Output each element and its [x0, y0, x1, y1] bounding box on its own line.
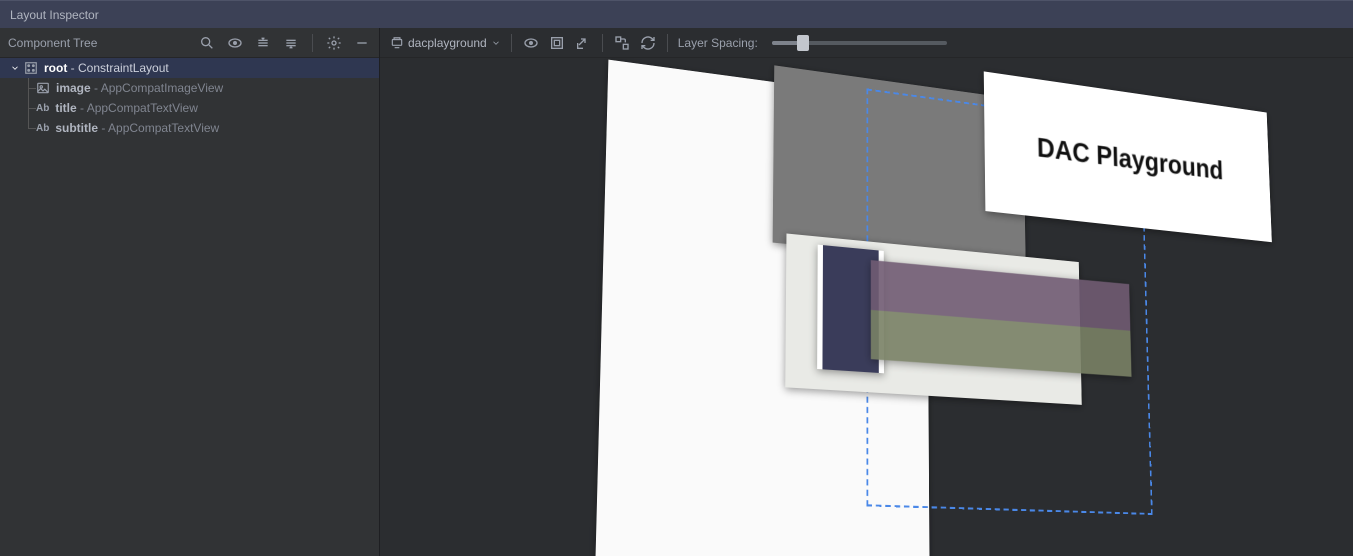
live-updates-icon[interactable]: [613, 34, 631, 52]
toggle-view-attributes-icon[interactable]: [522, 34, 540, 52]
select-view-icon[interactable]: [548, 34, 566, 52]
tree-node-root[interactable]: root - ConstraintLayout: [0, 58, 379, 78]
chevron-down-icon[interactable]: [10, 63, 20, 73]
gear-icon[interactable]: [325, 34, 343, 52]
window-title: Layout Inspector: [10, 8, 99, 22]
panel-header-icons: [198, 34, 371, 52]
layout-canvas-panel: dacplayground Layer Spacing:: [380, 28, 1353, 556]
refresh-icon[interactable]: [639, 34, 657, 52]
node-type-icon: [24, 61, 38, 75]
process-name: dacplayground: [408, 36, 487, 50]
component-tree-title: Component Tree: [8, 36, 97, 50]
export-icon[interactable]: [574, 34, 592, 52]
tree-guide: [22, 98, 36, 118]
title-card-text: DAC Playground: [1036, 132, 1223, 186]
tree-node-image[interactable]: image - AppCompatImageView: [0, 78, 379, 98]
tree-guide: [22, 78, 36, 98]
tree-node-subtitle[interactable]: Ab subtitle - AppCompatTextView: [0, 118, 379, 138]
component-tree[interactable]: root - ConstraintLayout image - AppCompat…: [0, 58, 379, 138]
component-tree-panel: Component Tree: [0, 28, 380, 556]
node-label: title - AppCompatTextView: [55, 101, 198, 115]
window-title-bar: Layout Inspector: [0, 0, 1353, 28]
chevron-down-icon: [491, 38, 501, 48]
separator: [511, 34, 512, 52]
separator: [667, 34, 668, 52]
component-tree-header: Component Tree: [0, 28, 379, 58]
search-icon[interactable]: [198, 34, 216, 52]
separator: [602, 34, 603, 52]
slider-thumb[interactable]: [797, 35, 809, 51]
canvas-toolbar: dacplayground Layer Spacing:: [380, 28, 1353, 58]
main-area: Component Tree: [0, 28, 1353, 556]
node-label: subtitle - AppCompatTextView: [55, 121, 219, 135]
layout-3d-canvas[interactable]: DAC Playground: [380, 58, 1353, 556]
layer-spacing-slider[interactable]: [772, 41, 947, 45]
node-type-icon: [36, 81, 50, 95]
hide-icon[interactable]: [353, 34, 371, 52]
node-type-icon: Ab: [36, 123, 49, 134]
node-label: root - ConstraintLayout: [44, 61, 169, 75]
process-dropdown[interactable]: dacplayground: [390, 36, 501, 50]
separator: [312, 34, 313, 52]
tree-guide: [22, 118, 36, 138]
tree-node-title[interactable]: Ab title - AppCompatTextView: [0, 98, 379, 118]
expand-all-icon[interactable]: [254, 34, 272, 52]
visibility-icon[interactable]: [226, 34, 244, 52]
collapse-all-icon[interactable]: [282, 34, 300, 52]
node-type-icon: Ab: [36, 103, 49, 114]
layer-spacing-label: Layer Spacing:: [678, 36, 758, 50]
node-label: image - AppCompatImageView: [56, 81, 223, 95]
